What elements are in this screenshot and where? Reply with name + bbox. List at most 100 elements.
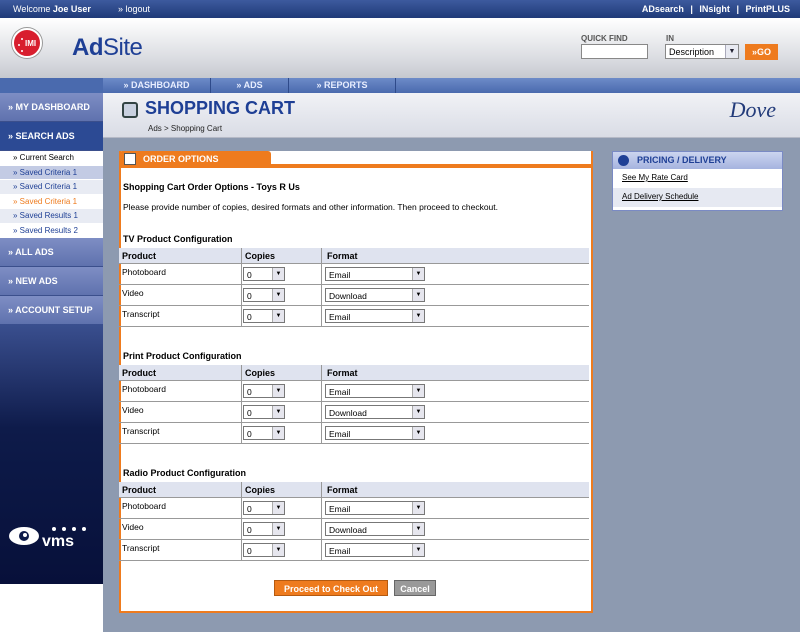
sidebar: » MY DASHBOARD » SEARCH ADS » Current Se… xyxy=(0,93,103,584)
section-title: TV Product Configuration xyxy=(123,234,233,244)
format-select[interactable]: Email ▼ xyxy=(325,309,425,323)
delivery-schedule-link[interactable]: Ad Delivery Schedule xyxy=(613,188,782,207)
product-name: Video xyxy=(122,522,144,532)
sidebar-item-search-ads[interactable]: » SEARCH ADS xyxy=(0,122,103,151)
rate-card-link[interactable]: See My Rate Card xyxy=(613,169,782,188)
copies-select[interactable]: 0 ▼ xyxy=(243,522,285,536)
sidebar-footer: vms xyxy=(0,324,103,584)
table-row: Photoboard 0 ▼ Email ▼ xyxy=(119,498,589,519)
chevron-down-icon: ▼ xyxy=(725,45,738,58)
copies-select[interactable]: 0 ▼ xyxy=(243,405,285,419)
welcome-text: Welcome Joe User xyxy=(13,4,91,14)
format-select[interactable]: Email ▼ xyxy=(325,426,425,440)
format-select[interactable]: Download ▼ xyxy=(325,405,425,419)
header: IMI AdSite QUICK FIND IN Description ▼ »G… xyxy=(0,18,800,78)
search-icon xyxy=(124,153,136,165)
chevron-down-icon: ▼ xyxy=(272,289,284,301)
chevron-down-icon: ▼ xyxy=(272,310,284,322)
table-row: Photoboard 0 ▼ Email ▼ xyxy=(119,264,589,285)
sidebar-subitem-current-search[interactable]: » Current Search xyxy=(0,151,103,166)
panel-title: Shopping Cart Order Options - Toys R Us xyxy=(123,182,300,192)
copies-select[interactable]: 0 ▼ xyxy=(243,543,285,557)
chevron-down-icon: ▼ xyxy=(272,406,284,418)
logout-link[interactable]: » logout xyxy=(118,4,150,14)
chevron-down-icon: ▼ xyxy=(272,523,284,535)
quick-find-input[interactable] xyxy=(581,44,648,59)
chevron-down-icon: ▼ xyxy=(412,523,424,535)
sidebar-subitem-saved-results[interactable]: » Saved Results 1 xyxy=(0,209,103,224)
sidebar-item-all-ads[interactable]: » ALL ADS xyxy=(0,238,103,267)
product-name: Video xyxy=(122,288,144,298)
sidebar-subitem-saved-criteria[interactable]: » Saved Criteria 1 xyxy=(0,194,103,209)
page-header: SHOPPING CART Ads > Shopping Cart Dove xyxy=(103,93,800,138)
logo-text: IMI xyxy=(25,39,37,48)
format-select[interactable]: Email ▼ xyxy=(325,543,425,557)
go-button[interactable]: »GO xyxy=(745,44,778,60)
product-table: Product Copies Format Photoboard 0 ▼ Email ▼ Vid… xyxy=(119,365,589,444)
tab-reports[interactable]: » REPORTS xyxy=(289,78,396,93)
table-row: Photoboard 0 ▼ Email ▼ xyxy=(119,381,589,402)
header-copies: Copies xyxy=(245,368,276,378)
product-table: Product Copies Format Photoboard 0 ▼ Email ▼ Vid… xyxy=(119,482,589,561)
sidebar-subitem-saved-criteria[interactable]: » Saved Criteria 1 xyxy=(0,180,103,195)
header-product: Product xyxy=(122,485,157,495)
copies-select[interactable]: 0 ▼ xyxy=(243,267,285,281)
chevron-down-icon: ▼ xyxy=(412,544,424,556)
format-select[interactable]: Download ▼ xyxy=(325,522,425,536)
format-select[interactable]: Email ▼ xyxy=(325,384,425,398)
section-title: Print Product Configuration xyxy=(123,351,242,361)
tab-dashboard[interactable]: » DASHBOARD xyxy=(103,78,211,93)
quick-find-label: QUICK FIND xyxy=(581,34,628,43)
sidebar-item-my-dashboard[interactable]: » MY DASHBOARD xyxy=(0,93,103,122)
copies-select[interactable]: 0 ▼ xyxy=(243,384,285,398)
table-row: Video 0 ▼ Download ▼ xyxy=(119,519,589,540)
printplus-link[interactable]: PrintPLUS xyxy=(745,4,790,14)
sidebar-item-account-setup[interactable]: » ACCOUNT SETUP xyxy=(0,296,103,325)
chevron-down-icon: ▼ xyxy=(412,385,424,397)
sidebar-subitem-saved-criteria[interactable]: » Saved Criteria 1 xyxy=(0,165,103,180)
format-select[interactable]: Download ▼ xyxy=(325,288,425,302)
search-icon xyxy=(122,102,138,118)
table-row: Transcript 0 ▼ Email ▼ xyxy=(119,423,589,444)
adsearch-link[interactable]: ADsearch xyxy=(642,4,684,14)
header-format: Format xyxy=(327,368,358,378)
sidebar-subitem-saved-results[interactable]: » Saved Results 2 xyxy=(0,223,103,238)
header-copies: Copies xyxy=(245,251,276,261)
tab-ads[interactable]: » ADS xyxy=(211,78,289,93)
imi-logo[interactable]: IMI xyxy=(12,28,42,58)
format-select[interactable]: Email ▼ xyxy=(325,501,425,515)
panel-description: Please provide number of copies, desired… xyxy=(123,202,499,212)
format-select[interactable]: Email ▼ xyxy=(325,267,425,281)
vms-text: vms xyxy=(42,533,75,550)
breadcrumb[interactable]: Ads > Shopping Cart xyxy=(148,124,222,133)
sidebar-item-new-ads[interactable]: » NEW ADS xyxy=(0,267,103,296)
proceed-checkout-button[interactable]: Proceed to Check Out xyxy=(274,580,388,596)
chevron-down-icon: ▼ xyxy=(272,427,284,439)
in-label: IN xyxy=(666,34,674,43)
copies-select[interactable]: 0 ▼ xyxy=(243,501,285,515)
page-title: SHOPPING CART xyxy=(145,98,296,118)
separator: | xyxy=(690,4,693,14)
table-header: Product Copies Format xyxy=(119,482,589,498)
table-row: Transcript 0 ▼ Email ▼ xyxy=(119,540,589,561)
copies-select[interactable]: 0 ▼ xyxy=(243,309,285,323)
search-in-select[interactable]: Description ▼ xyxy=(665,44,739,59)
table-header: Product Copies Format xyxy=(119,365,589,381)
product-name: Transcript xyxy=(122,426,160,436)
table-row: Video 0 ▼ Download ▼ xyxy=(119,285,589,306)
chevron-down-icon: ▼ xyxy=(412,427,424,439)
chevron-down-icon: ▼ xyxy=(412,268,424,280)
cancel-button[interactable]: Cancel xyxy=(394,580,436,596)
product-table: Product Copies Format Photoboard 0 ▼ Email ▼ Vid… xyxy=(119,248,589,327)
copies-select[interactable]: 0 ▼ xyxy=(243,426,285,440)
chevron-down-icon: ▼ xyxy=(272,268,284,280)
section-title: Radio Product Configuration xyxy=(123,468,246,478)
header-format: Format xyxy=(327,485,358,495)
product-name: Photoboard xyxy=(122,384,166,394)
header-product: Product xyxy=(122,251,157,261)
copies-select[interactable]: 0 ▼ xyxy=(243,288,285,302)
chevron-down-icon: ▼ xyxy=(272,544,284,556)
insight-link[interactable]: INsight xyxy=(699,4,730,14)
product-name: Transcript xyxy=(122,309,160,319)
user-name: Joe User xyxy=(52,4,91,14)
